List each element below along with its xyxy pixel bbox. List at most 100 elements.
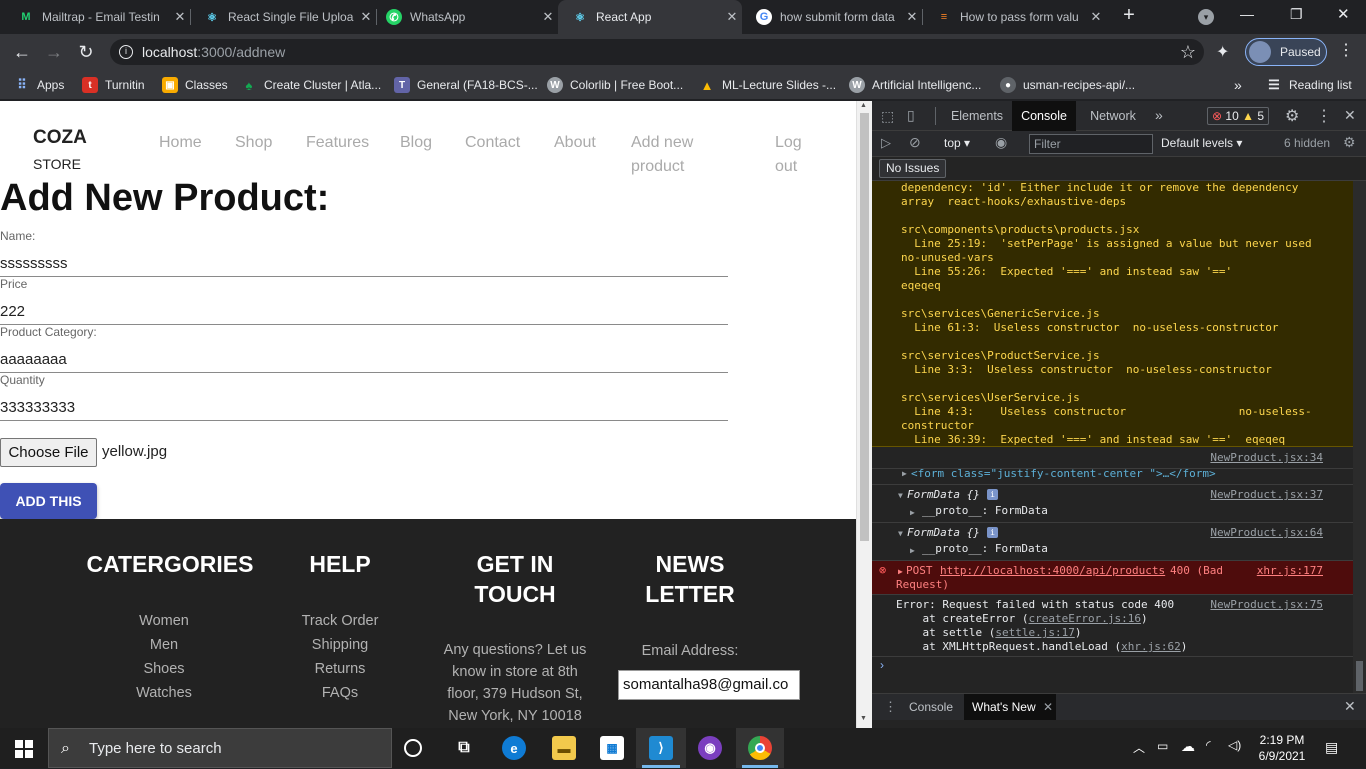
forward-arrow-icon[interactable]: → xyxy=(42,34,66,70)
vscode-taskbar-slot[interactable]: ⟩ xyxy=(636,728,686,768)
tab-react-app[interactable]: ⚛ React App ✕ xyxy=(558,0,742,34)
bookmark-classes[interactable]: ▣ Classes xyxy=(162,76,228,94)
onedrive-cloud-icon[interactable]: ☁ xyxy=(1181,738,1195,755)
brand-logo-bottom[interactable]: STORE xyxy=(33,156,81,172)
page-scrollbar[interactable]: ▲ ▼ xyxy=(856,101,872,728)
expand-triangle-icon[interactable]: ▶ xyxy=(910,506,915,520)
nav-home[interactable]: Home xyxy=(159,131,202,155)
scroll-down-icon[interactable]: ▼ xyxy=(860,715,867,722)
stack-link[interactable]: createError.js:16 xyxy=(1028,612,1141,625)
tab-elements[interactable]: Elements xyxy=(942,101,1012,131)
bookmark-ai[interactable]: W Artificial Intelligenc... xyxy=(849,76,981,94)
windows-start-icon[interactable] xyxy=(15,740,33,758)
formdata-label[interactable]: FormData {} xyxy=(907,488,980,502)
profile-paused-button[interactable]: Paused xyxy=(1245,38,1327,66)
more-bookmarks-icon[interactable]: » xyxy=(1234,76,1242,94)
nav-contact[interactable]: Contact xyxy=(465,131,520,155)
source-link[interactable]: NewProduct.jsx:37 xyxy=(1210,488,1323,502)
bookmark-colorlib[interactable]: W Colorlib | Free Boot... xyxy=(547,76,683,94)
bookmark-apps[interactable]: ⠿ Apps xyxy=(14,76,64,94)
context-selector[interactable]: top ▾ xyxy=(944,136,970,150)
stack-link[interactable]: settle.js:17 xyxy=(995,626,1074,639)
footer-link-returns[interactable]: Returns xyxy=(280,657,400,681)
no-issues-button[interactable]: No Issues xyxy=(879,159,947,178)
bookmark-teams[interactable]: T General (FA18-BCS-... xyxy=(394,76,538,94)
wifi-icon[interactable]: ◜ xyxy=(1206,738,1211,752)
chrome-taskbar-slot[interactable] xyxy=(736,728,784,768)
drawer-tab-whats-new[interactable]: What's New ✕ xyxy=(964,694,1056,720)
settings-gear-icon[interactable]: ⚙ xyxy=(1285,106,1299,126)
clock[interactable]: 2:19 PM 6/9/2021 xyxy=(1254,732,1310,764)
window-close-icon[interactable]: ✕ xyxy=(1337,5,1350,23)
sidebar-toggle-icon[interactable]: ▷ xyxy=(881,135,891,151)
nav-features[interactable]: Features xyxy=(306,131,369,155)
new-tab-icon[interactable]: + xyxy=(1118,4,1140,27)
file-explorer-icon[interactable]: ▬ xyxy=(552,736,576,760)
tab-network[interactable]: Network xyxy=(1080,101,1146,131)
newsletter-email-input[interactable]: somantalha98@gmail.co xyxy=(618,670,800,700)
chrome-menu-icon[interactable]: ⋮ xyxy=(1338,40,1354,60)
notification-center-icon[interactable]: ▤ xyxy=(1325,739,1338,756)
cortana-circle-icon[interactable] xyxy=(404,739,422,757)
tab-stackoverflow[interactable]: ≡ How to pass form valu ✕ xyxy=(922,0,1106,34)
close-icon[interactable]: ✕ xyxy=(1086,9,1106,25)
close-icon[interactable]: ✕ xyxy=(170,9,190,25)
reading-list-button[interactable]: ☰ Reading list xyxy=(1266,76,1352,94)
clear-console-icon[interactable]: ⊘ xyxy=(909,134,921,151)
more-tabs-icon[interactable]: » xyxy=(1155,107,1163,123)
inspect-element-icon[interactable]: ⬚ xyxy=(881,108,894,125)
bookmark-mongodb[interactable]: ♠ Create Cluster | Atla... xyxy=(241,76,382,94)
scrollbar-thumb[interactable] xyxy=(860,113,869,541)
devtools-menu-icon[interactable]: ⋮ xyxy=(1316,106,1332,126)
device-toolbar-icon[interactable]: ▯ xyxy=(907,107,915,124)
formdata-label[interactable]: FormData {} xyxy=(907,526,980,540)
close-icon[interactable]: ✕ xyxy=(1043,700,1053,714)
url-bar[interactable]: i localhost:3000/addnew ☆ xyxy=(110,39,1204,65)
close-icon[interactable]: ✕ xyxy=(538,9,558,25)
quantity-field[interactable]: 333333333 xyxy=(0,397,728,421)
add-product-button[interactable]: ADD THIS xyxy=(0,483,97,519)
tab-whatsapp[interactable]: ✆ WhatsApp ✕ xyxy=(372,0,558,34)
scroll-up-icon[interactable]: ▲ xyxy=(860,102,867,109)
device-icon[interactable]: ▭ xyxy=(1157,739,1168,753)
footer-link-men[interactable]: Men xyxy=(104,633,224,657)
name-field[interactable]: sssssssss xyxy=(0,253,728,277)
expand-triangle-icon[interactable]: ▶ xyxy=(898,565,903,579)
nav-add-new-product[interactable]: Add new product xyxy=(631,131,693,179)
footer-link-track-order[interactable]: Track Order xyxy=(280,609,400,633)
nav-shop[interactable]: Shop xyxy=(235,131,272,155)
bookmark-turnitin[interactable]: t Turnitin xyxy=(82,76,145,94)
task-view-icon[interactable]: ⧉ xyxy=(452,736,476,760)
issues-counter[interactable]: ⊗ 10 ▲ 5 xyxy=(1207,107,1270,125)
restore-icon[interactable]: ❐ xyxy=(1290,6,1303,23)
footer-link-shoes[interactable]: Shoes xyxy=(104,657,224,681)
volume-icon[interactable]: ◁) xyxy=(1228,738,1241,752)
drawer-tab-console[interactable]: Console xyxy=(902,694,960,720)
close-icon[interactable]: ✕ xyxy=(902,9,922,25)
nav-logout[interactable]: Log out xyxy=(775,131,802,179)
taskbar-search-box[interactable]: ⌕ Type here to search xyxy=(48,728,392,768)
microsoft-store-icon[interactable]: ▦ xyxy=(600,736,624,760)
nav-about[interactable]: About xyxy=(554,131,596,155)
stack-link[interactable]: xhr.js:62 xyxy=(1121,640,1181,653)
edge-browser-icon[interactable]: e xyxy=(502,736,526,760)
console-filter-input[interactable]: Filter xyxy=(1029,134,1153,154)
proto-entry[interactable]: __proto__: FormData xyxy=(922,542,1048,556)
category-field[interactable]: aaaaaaaa xyxy=(0,349,728,373)
footer-link-women[interactable]: Women xyxy=(104,609,224,633)
expand-triangle-icon[interactable]: ▶ xyxy=(910,544,915,558)
console-prompt-icon[interactable]: › xyxy=(880,658,884,672)
close-icon[interactable]: ✕ xyxy=(722,9,742,25)
reload-icon[interactable]: ↻ xyxy=(74,34,98,70)
proto-entry[interactable]: __proto__: FormData xyxy=(922,504,1048,518)
source-link[interactable]: NewProduct.jsx:75 xyxy=(1210,598,1323,612)
site-info-icon[interactable]: i xyxy=(119,45,133,59)
extensions-puzzle-icon[interactable]: ✦ xyxy=(1216,42,1229,62)
footer-link-shipping[interactable]: Shipping xyxy=(280,633,400,657)
source-link[interactable]: xhr.js:177 xyxy=(1257,564,1323,578)
nav-blog[interactable]: Blog xyxy=(400,131,432,155)
price-field[interactable]: 222 xyxy=(0,301,728,325)
collapse-triangle-icon[interactable]: ▼ xyxy=(898,527,903,541)
console-scrollbar[interactable] xyxy=(1353,181,1366,693)
request-url-link[interactable]: http://localhost:4000/api/products xyxy=(940,564,1165,578)
